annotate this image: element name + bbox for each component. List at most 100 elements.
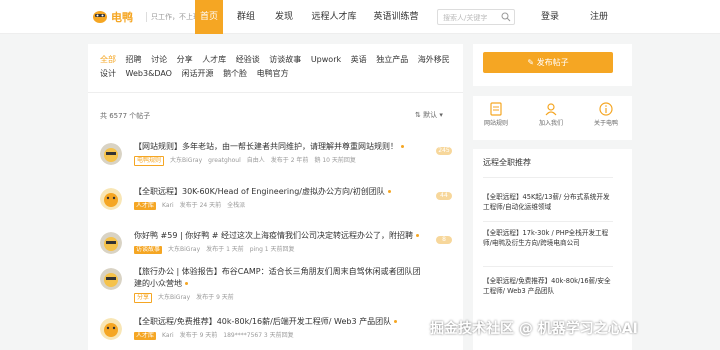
reply-count: 44 (436, 192, 452, 200)
post-badge[interactable]: 电鸭规则 (134, 156, 165, 166)
post-meta: 人才库 Kari 发布于 9 天前 189****7567 3 天前回复 (134, 330, 300, 340)
post-time: 发布于 24 天前 (179, 202, 222, 209)
tag-row-1: 全部 招聘 讨论 分享 人才库 经验谈 访谈故事 Upwork 英语 独立产品 … (100, 54, 457, 65)
tag-recruit[interactable]: 招聘 (126, 54, 142, 65)
post-meta: 分享 大东BiGray 发布于 9 天前 (134, 292, 240, 303)
tag-experience[interactable]: 经验谈 (236, 54, 260, 65)
post-meta: 电鸭规则 大东BiGray greatghoul 自由人 发布于 2 年前鹅 10 天前… (134, 155, 362, 166)
edit-icon: ✎ (527, 58, 537, 67)
tag-web3[interactable]: Web3&DAO (126, 69, 172, 78)
avatar[interactable] (100, 318, 122, 340)
post-author[interactable]: 大东BiGray (170, 157, 202, 164)
login-link[interactable]: 登录 (541, 0, 559, 34)
tag-goose-face[interactable]: 鹅个脸 (223, 68, 247, 79)
duck-logo-icon[interactable] (92, 9, 108, 23)
nav-english-camp[interactable]: 英语训练营 (370, 0, 422, 34)
post-time: 发布于 9 天前 (196, 294, 234, 301)
post-title-text: 【旅行办公 | 体验报告】布谷CAMP：适合长三角朋友们周末自驾休闲或者团队团建… (134, 267, 421, 288)
post-title-text: 【全职远程/免费推荐】40k-80k/16薪/后端开发工程师/ Web3 产品团… (134, 317, 392, 326)
post-author[interactable]: Kari (162, 332, 174, 339)
tag-official[interactable]: 电鸭官方 (257, 68, 289, 79)
post-count: 共 6577 个帖子 (100, 112, 151, 120)
divider (483, 266, 613, 267)
tag-row-2: 设计 Web3&DAO 闲话开源 鹅个脸 电鸭官方 (100, 68, 296, 79)
quick-link-join[interactable]: 加入我们 (531, 102, 571, 127)
new-dot-icon (387, 190, 391, 193)
new-dot-icon (394, 320, 398, 323)
quick-link-label: 网站规则 (483, 120, 508, 127)
post-item[interactable]: 【网站规则】多年老站，由一帮长建者共同维护，请理解并尊重网站规则！ 电鸭规则 大东… (88, 141, 463, 187)
join-icon (545, 103, 557, 116)
tag-english[interactable]: 英语 (351, 54, 367, 65)
post-author[interactable]: 大东BiGray (158, 294, 190, 301)
reply-count: 8 (436, 236, 452, 244)
logo-text[interactable]: 电鸭 (111, 9, 133, 25)
tag-talent[interactable]: 人才库 (202, 54, 226, 65)
nav-remote-talent[interactable]: 远程人才库 (308, 0, 360, 34)
post-title-text: 【网站规则】多年老站，由一帮长建者共同维护，请理解并尊重网站规则！ (134, 142, 398, 151)
post-title[interactable]: 【网站规则】多年老站，由一帮长建者共同维护，请理解并尊重网站规则！ (134, 141, 424, 153)
post-author[interactable]: 大东BiGray (168, 246, 200, 253)
post-badge[interactable]: 人才库 (134, 332, 157, 340)
quick-links-card: 网站规则 加入我们 关于电鸭 (473, 96, 632, 140)
tag-design[interactable]: 设计 (100, 68, 116, 79)
tag-upwork[interactable]: Upwork (311, 55, 341, 64)
post-title[interactable]: 你好鸭 #59 | 你好鸭 # 经过这次上海疫情我们公司决定转远程办公了，附招聘 (134, 230, 424, 242)
divider (483, 221, 613, 222)
search-icon[interactable] (501, 12, 511, 22)
post-title-text: 你好鸭 #59 | 你好鸭 # 经过这次上海疫情我们公司决定转远程办公了，附招聘 (134, 231, 413, 240)
post-editor[interactable]: greatghoul (208, 157, 241, 164)
new-dot-icon (401, 145, 404, 148)
post-item[interactable]: 【全职远程/免费推荐】40k-80k/16薪/后端开发工程师/ Web3 产品团… (88, 316, 463, 350)
sort-icon: ⇅ (415, 111, 421, 119)
post-title[interactable]: 【旅行办公 | 体验报告】布谷CAMP：适合长三角朋友们周末自驾休闲或者团队团建… (134, 266, 424, 290)
divider (88, 92, 463, 93)
publish-post-button[interactable]: ✎ 发布帖子 (483, 52, 613, 73)
quick-link-rules[interactable]: 网站规则 (476, 102, 516, 127)
post-title[interactable]: 【全职远程】30K-60K/Head of Engineering/虚拟办公方向… (134, 186, 424, 198)
search-input[interactable]: 搜索人/关键字 (437, 9, 515, 25)
job-link[interactable]: 【全职远程/免费推荐】40k-80k/16薪/安全工程师/ Web3 产品团队 (483, 277, 613, 296)
post-time: 发布于 1 天前 (206, 246, 244, 253)
quick-link-label: 加入我们 (538, 120, 563, 127)
slogan: 只工作，不上班 (146, 12, 200, 22)
remote-jobs-title: 远程全职推荐 (483, 158, 531, 167)
publish-card: ✎ 发布帖子 (473, 44, 632, 86)
reply-count: 245 (436, 147, 452, 155)
avatar[interactable] (100, 188, 122, 210)
post-badge[interactable]: 分享 (134, 293, 153, 303)
tag-indie-product[interactable]: 独立产品 (376, 54, 408, 65)
post-time: 发布于 9 天前 (179, 332, 218, 339)
chevron-down-icon: ▾ (439, 111, 443, 119)
post-title[interactable]: 【全职远程/免费推荐】40k-80k/16薪/后端开发工程师/ Web3 产品团… (134, 316, 424, 328)
rules-icon (490, 102, 502, 116)
nav-groups[interactable]: 群组 (232, 0, 260, 34)
register-link[interactable]: 注册 (590, 0, 608, 34)
sort-select[interactable]: ⇅ 默认 ▾ (415, 110, 443, 120)
tag-share[interactable]: 分享 (177, 54, 193, 65)
job-link[interactable]: 【全职远程】17k-30k / PHP全栈开发工程师/电鸭及衍生方向/跨境电商公… (483, 229, 613, 248)
top-navbar: 电鸭 只工作，不上班 首页 群组 发现 远程人才库 英语训练营 搜索人/关键字 … (0, 0, 720, 34)
tag-interviews[interactable]: 访谈故事 (269, 54, 301, 65)
post-badge[interactable]: 访谈故事 (134, 246, 163, 254)
tag-opensource[interactable]: 闲话开源 (182, 68, 214, 79)
tag-immigration[interactable]: 海外移民 (418, 54, 450, 65)
post-item[interactable]: 【全职远程】30K-60K/Head of Engineering/虚拟办公方向… (88, 186, 463, 232)
post-badge[interactable]: 人才库 (134, 202, 157, 210)
post-replier[interactable]: 全栈派 (227, 202, 245, 209)
job-link[interactable]: 【全职远程】45K起/13薪/ 分布式系统开发工程师/自动化运维领域 (483, 193, 613, 212)
nav-discover[interactable]: 发现 (270, 0, 298, 34)
search-placeholder: 搜索人/关键字 (443, 14, 488, 22)
tag-discuss[interactable]: 讨论 (151, 54, 167, 65)
post-author[interactable]: Kari (162, 202, 174, 209)
info-icon (599, 102, 613, 116)
avatar[interactable] (100, 268, 122, 290)
nav-home[interactable]: 首页 (195, 0, 223, 34)
tag-all[interactable]: 全部 (100, 54, 116, 65)
post-time: 发布于 2 年前 (270, 157, 309, 164)
post-item[interactable]: 【旅行办公 | 体验报告】布谷CAMP：适合长三角朋友们周末自驾休闲或者团队团建… (88, 266, 463, 312)
quick-link-about[interactable]: 关于电鸭 (586, 102, 626, 127)
avatar[interactable] (100, 232, 122, 254)
new-dot-icon (185, 282, 188, 285)
avatar[interactable] (100, 143, 122, 165)
